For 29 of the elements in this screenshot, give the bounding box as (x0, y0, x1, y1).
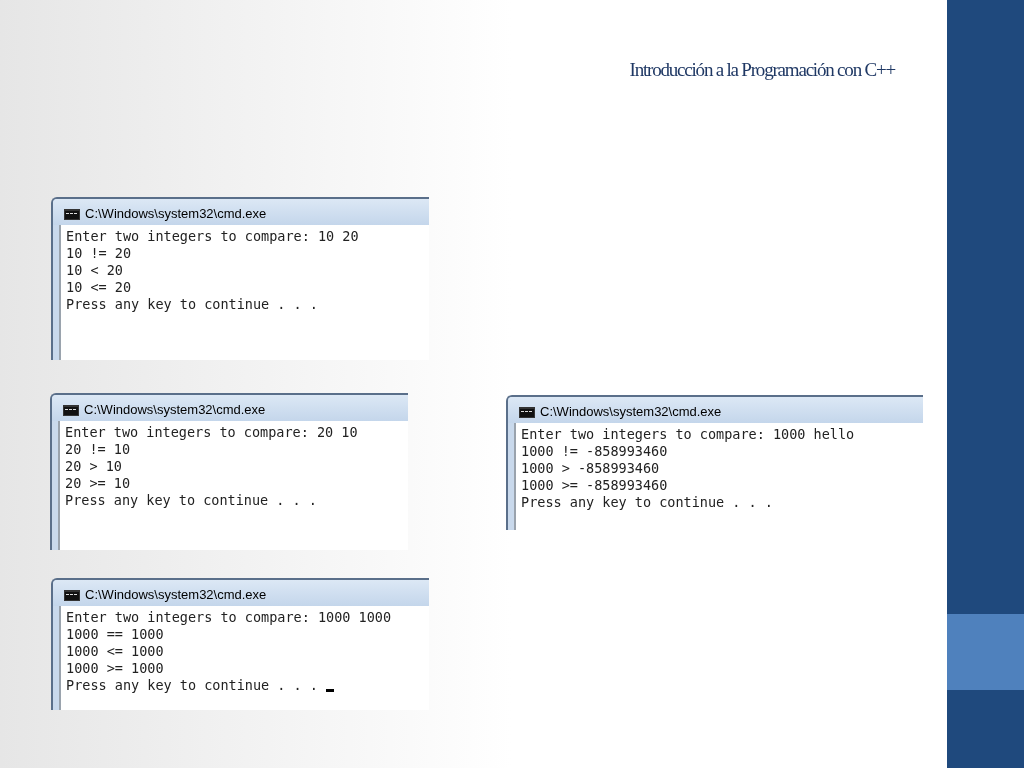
console-line: 1000 >= -858993460 (521, 477, 668, 494)
console-line: 10 < 20 (66, 262, 123, 279)
console-icon (64, 208, 80, 220)
console-line: Enter two integers to compare: 10 20 (66, 228, 359, 245)
console-line: Press any key to continue . . . (66, 296, 318, 313)
console-line: Press any key to continue . . . (66, 677, 318, 694)
console-icon (64, 589, 80, 601)
console-icon (63, 404, 79, 416)
window-title: C:\Windows\system32\cmd.exe (84, 401, 266, 420)
window-title: C:\Windows\system32\cmd.exe (85, 205, 267, 224)
console-line: 1000 <= 1000 (66, 643, 164, 660)
console-line: Press any key to continue . . . (65, 492, 317, 509)
console-line: 20 >= 10 (65, 475, 131, 492)
console-line: 1000 >= 1000 (66, 660, 164, 677)
console-line: 1000 == 1000 (66, 626, 164, 643)
console-line: 1000 > -858993460 (521, 460, 660, 477)
console-line: 10 != 20 (66, 245, 132, 262)
console-line: Enter two integers to compare: 1000 hello (521, 426, 855, 443)
window-title: C:\Windows\system32\cmd.exe (85, 586, 267, 605)
console-line: Enter two integers to compare: 1000 1000 (66, 609, 392, 626)
console-line: 1000 != -858993460 (521, 443, 668, 460)
console-icon (519, 406, 535, 418)
console-line: 10 <= 20 (66, 279, 132, 296)
console-line: Enter two integers to compare: 20 10 (65, 424, 358, 441)
window-title: C:\Windows\system32\cmd.exe (540, 403, 722, 422)
slide-title: Introducción a la Programación con C++ (629, 58, 895, 82)
console-line: 20 != 10 (65, 441, 131, 458)
console-line: 20 > 10 (65, 458, 122, 475)
console-line: Press any key to continue . . . (521, 494, 773, 511)
